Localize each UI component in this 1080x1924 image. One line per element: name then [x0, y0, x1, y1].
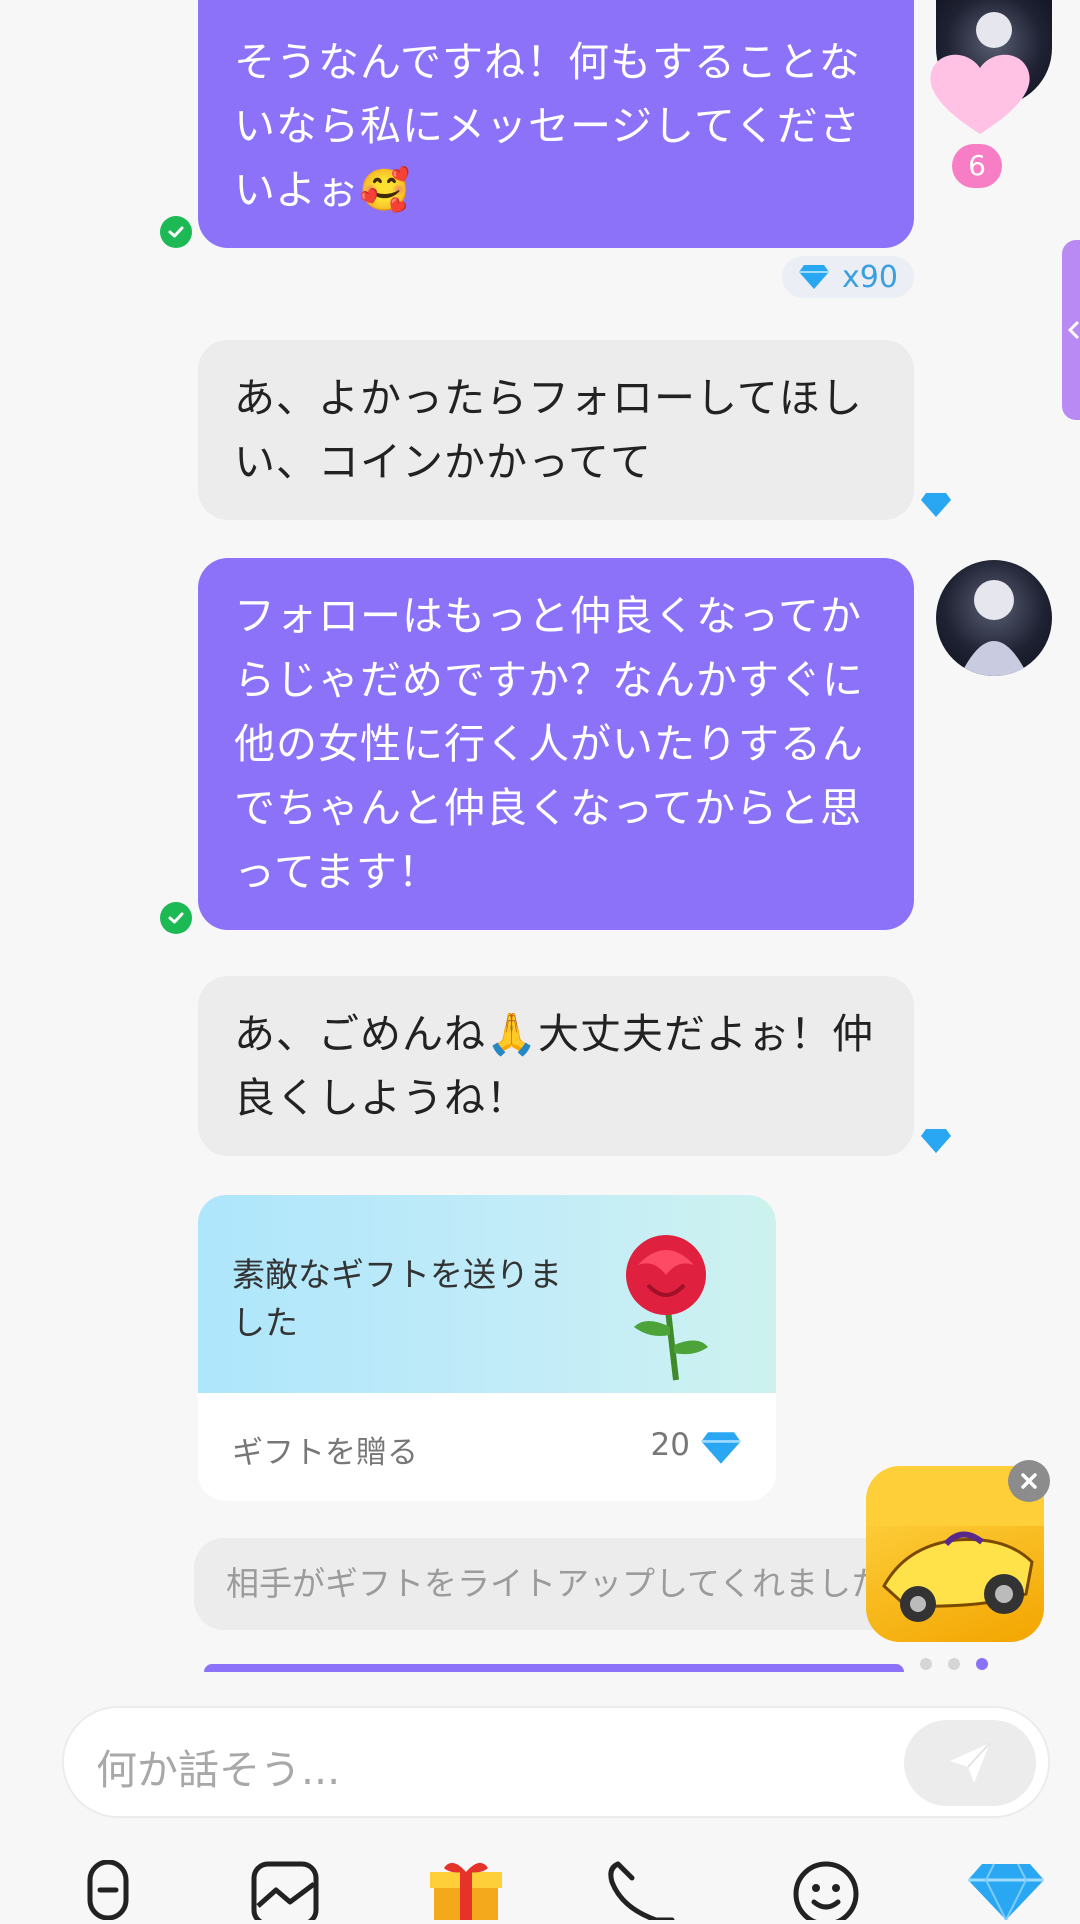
voice-button[interactable] — [68, 1859, 148, 1921]
message-text: そうなんですね！何もすることないなら私にメッセージしてくださいよぉ🥰 — [234, 38, 861, 214]
gift-icon — [430, 1862, 502, 1922]
message-input-bar[interactable]: 何か話そう... — [62, 1706, 1050, 1818]
diamond-icon — [921, 493, 951, 517]
diamond-icon — [799, 265, 829, 289]
chevron-left-icon — [1068, 320, 1080, 340]
incoming-message: あ、ごめんね🙏大丈夫だよぉ！仲良くしようね！ — [198, 976, 914, 1156]
call-button[interactable] — [604, 1860, 684, 1923]
send-button[interactable] — [904, 1720, 1036, 1806]
cost-text: x90 — [842, 260, 898, 295]
diamond-icon — [968, 1863, 1044, 1923]
image-button[interactable] — [246, 1860, 326, 1924]
carousel-dot-active — [976, 1658, 988, 1670]
message-cost-badge: x90 — [782, 256, 914, 298]
side-drawer-tab[interactable] — [1062, 240, 1080, 420]
send-gift-link[interactable]: ギフトを贈る — [232, 1427, 418, 1472]
outgoing-message: そうなんですね！何もすることないなら私にメッセージしてくださいよぉ🥰 — [198, 0, 914, 248]
gift-card-header: 素敵なギフトを送りました — [198, 1195, 776, 1393]
gift-button[interactable] — [426, 1860, 506, 1922]
avatar[interactable] — [936, 560, 1052, 676]
outgoing-message: フォローはもっと仲良くなってからじゃだめですか？なんかすぐに他の女性に行く人がい… — [198, 558, 914, 930]
message-input[interactable]: 何か話そう... — [96, 1736, 340, 1796]
gift-message: 素敵なギフトを送りました — [232, 1255, 562, 1342]
diamond-icon — [701, 1432, 741, 1464]
emoji-button[interactable] — [786, 1860, 866, 1924]
heart-count-badge: 6 — [952, 144, 1002, 188]
voice-icon — [87, 1859, 129, 1921]
image-icon — [251, 1861, 319, 1924]
emoji-icon — [793, 1861, 859, 1924]
system-message-text: 相手がギフトをライトアップしてくれました — [226, 1564, 885, 1603]
message-text: あ、よかったらフォローしてほしい、コインかかってて — [234, 374, 863, 486]
read-check-icon — [160, 216, 192, 248]
carousel-dots — [920, 1658, 1020, 1672]
send-icon — [950, 1742, 991, 1783]
rose-icon — [626, 1235, 708, 1381]
carousel-dot — [920, 1658, 932, 1670]
carousel-dot — [948, 1658, 960, 1670]
diamond-button[interactable] — [966, 1860, 1046, 1923]
close-ad-button[interactable] — [1008, 1460, 1050, 1502]
phone-icon — [608, 1861, 675, 1923]
system-message: 相手がギフトをライトアップしてくれました — [194, 1538, 914, 1630]
close-icon — [1021, 1473, 1037, 1489]
gift-card[interactable]: 素敵なギフトを送りました ギフトを贈る 20 — [198, 1195, 776, 1501]
incoming-message: あ、よかったらフォローしてほしい、コインかかってて — [198, 340, 914, 520]
diamond-icon — [921, 1129, 951, 1153]
heart-icon[interactable] — [926, 46, 1034, 138]
message-text: フォローはもっと仲良くなってからじゃだめですか？なんかすぐに他の女性に行く人がい… — [234, 592, 864, 896]
read-check-icon — [160, 902, 192, 934]
outgoing-message-partial — [204, 1664, 904, 1672]
gift-price: 20 — [650, 1427, 690, 1463]
message-text: あ、ごめんね🙏大丈夫だよぉ！仲良くしようね！ — [234, 1010, 875, 1122]
